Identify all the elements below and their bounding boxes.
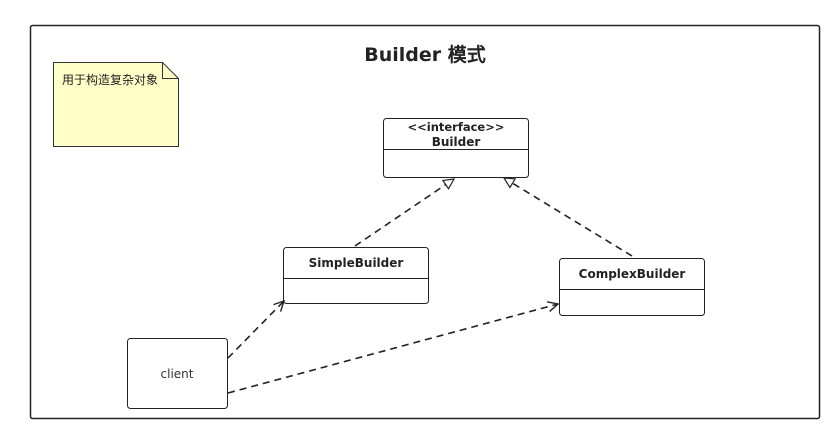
client-class[interactable]: client <box>127 338 228 409</box>
complex-builder-name: ComplexBuilder <box>579 267 686 281</box>
uml-diagram: Builder 模式 用于构造复杂对象 <<interface>> Builde… <box>29 24 821 420</box>
complex-builder-class[interactable]: ComplexBuilder <box>559 258 705 316</box>
builder-interface-name: Builder <box>432 135 481 149</box>
note[interactable]: 用于构造复杂对象 <box>53 62 179 147</box>
client-name: client <box>161 367 194 381</box>
uml-diagram-canvas: Builder 模式 用于构造复杂对象 <<interface>> Builde… <box>0 0 839 433</box>
builder-interface-class[interactable]: <<interface>> Builder <box>383 118 529 178</box>
simple-builder-name: SimpleBuilder <box>309 256 404 270</box>
diagram-title: Builder 模式 <box>364 43 486 66</box>
note-text: 用于构造复杂对象 <box>62 72 158 87</box>
builder-interface-stereotype: <<interface>> <box>407 120 504 134</box>
simple-builder-class[interactable]: SimpleBuilder <box>283 247 429 304</box>
